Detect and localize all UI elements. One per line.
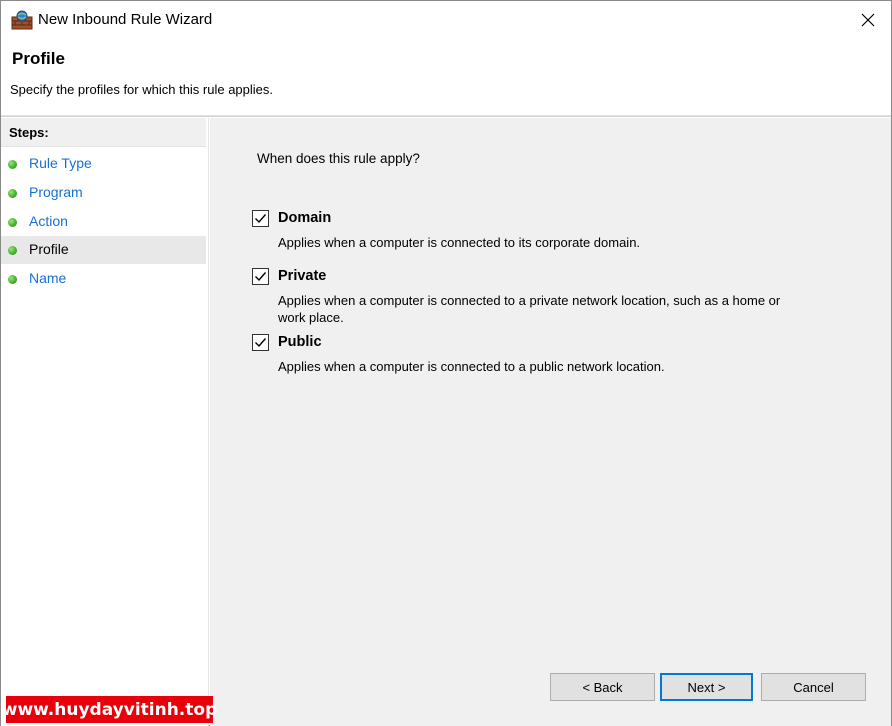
domain-label[interactable]: Domain [278,210,331,226]
private-checkbox[interactable] [252,268,269,285]
public-description: Applies when a computer is connected to … [278,359,665,374]
step-program[interactable]: Program [1,179,206,207]
checkmark-icon [255,272,267,282]
content-panel: When does this rule apply? Domain Applie… [210,118,891,726]
checkmark-icon [255,214,267,224]
page-description: Specify the profiles for which this rule… [10,82,274,97]
step-status-icon [8,160,17,169]
wizard-header: Profile Specify the profiles for which t… [1,39,891,115]
close-button[interactable] [845,1,891,39]
page-title: Profile [12,49,65,68]
watermark-banner: www.huydayvitinh.top [2,696,217,723]
question-label: When does this rule apply? [257,151,420,166]
step-status-icon [8,246,17,255]
private-label[interactable]: Private [278,268,326,284]
wizard-window: New Inbound Rule Wizard Profile Specify … [0,0,892,726]
step-label: Program [29,184,83,200]
step-name[interactable]: Name [1,265,206,293]
steps-title: Steps: [1,118,206,147]
step-label: Profile [29,241,69,257]
cancel-button[interactable]: Cancel [761,673,866,701]
domain-description: Applies when a computer is connected to … [278,235,641,250]
step-status-icon [8,218,17,227]
firewall-wall-icon [11,10,33,30]
step-label: Action [29,213,68,229]
checkmark-icon [255,338,267,348]
next-button[interactable]: Next > [660,673,753,701]
private-description: Applies when a computer is connected to … [278,293,781,325]
close-icon [861,13,875,27]
domain-checkbox[interactable] [252,210,269,227]
title-bar: New Inbound Rule Wizard [1,1,891,39]
public-checkbox[interactable] [252,334,269,351]
step-label: Rule Type [29,155,92,171]
step-status-icon [8,275,17,284]
steps-panel: Steps: Rule Type Program Action Profile … [1,118,209,726]
step-action[interactable]: Action [1,208,206,236]
step-profile: Profile [1,236,206,264]
back-button[interactable]: < Back [550,673,655,701]
header-divider [1,115,891,117]
step-label: Name [29,270,67,286]
public-label[interactable]: Public [278,334,322,350]
window-title: New Inbound Rule Wizard [38,11,213,28]
step-rule-type[interactable]: Rule Type [1,150,206,178]
step-status-icon [8,189,17,198]
